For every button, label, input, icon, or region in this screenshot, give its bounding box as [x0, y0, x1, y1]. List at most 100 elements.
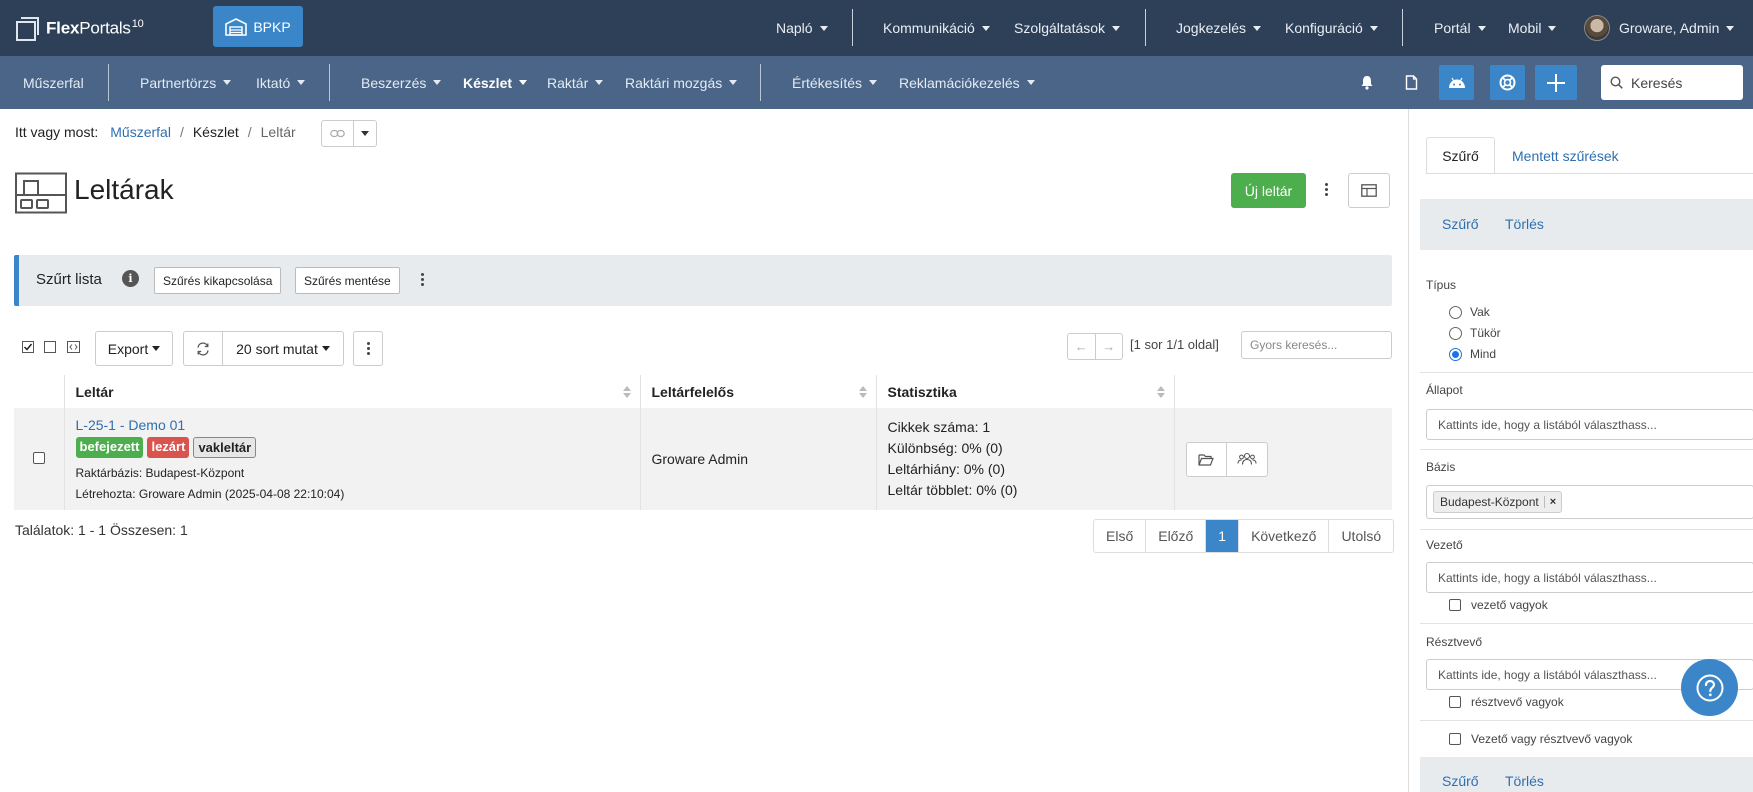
help-button[interactable] [1681, 659, 1738, 716]
warehouse-icon [225, 17, 248, 36]
caret-down-icon [152, 346, 161, 351]
open-button[interactable] [1185, 441, 1227, 477]
apply-filter-button-bottom[interactable]: Szűrő [1442, 773, 1479, 789]
page-prev[interactable]: Előző [1145, 520, 1205, 552]
apply-filter-button[interactable]: Szűrő [1442, 216, 1479, 232]
nav-jogkezeles[interactable]: Jogkezelés [1176, 0, 1262, 56]
company-button-label: BPKP [253, 18, 291, 35]
divider [852, 9, 853, 46]
clear-filter-button-bottom[interactable]: Törlés [1505, 773, 1544, 789]
nav-kommunikacio[interactable]: Kommunikáció [883, 0, 990, 56]
plus-icon [1547, 73, 1565, 92]
documents-button[interactable] [1394, 65, 1429, 100]
nav-mobil[interactable]: Mobil [1508, 0, 1557, 56]
shelf-icon [15, 172, 67, 214]
nav-portal[interactable]: Portál [1434, 0, 1486, 56]
invert-selection-icon[interactable] [67, 341, 80, 353]
divider [1145, 9, 1146, 46]
subnav-muszerfal[interactable]: Műszerfal [23, 56, 84, 109]
stat-shortage: Leltárhiány: 0% (0) [887, 461, 1006, 477]
breadcrumb-muszerfal[interactable]: Műszerfal [110, 124, 171, 140]
participants-button[interactable] [1226, 441, 1268, 477]
page-current[interactable]: 1 [1205, 520, 1239, 552]
subnav-ertekesites[interactable]: Értékesítés [792, 56, 878, 109]
participant-checkbox[interactable]: résztvevő vagyok [1449, 695, 1564, 709]
column-header-leltar[interactable]: Leltár [64, 375, 641, 408]
quick-search-input[interactable]: Gyors keresés... [1241, 331, 1392, 359]
inventory-link[interactable]: L-25-1 - Demo 01 [76, 417, 640, 433]
leader-or-participant-checkbox[interactable]: Vezető vagy résztvevő vagyok [1449, 732, 1632, 746]
rows-per-page-dropdown[interactable]: 20 sort mutat [222, 331, 344, 366]
page-last[interactable]: Utolsó [1328, 520, 1393, 552]
global-search-input[interactable]: Keresés [1601, 65, 1743, 100]
page-next[interactable]: Következő [1238, 520, 1328, 552]
brand-logo-link[interactable]: FlexPortals10 [16, 14, 144, 42]
caret-down-icon [1477, 25, 1486, 31]
clear-filter-button[interactable]: Törlés [1505, 216, 1544, 232]
android-app-button[interactable] [1439, 65, 1474, 100]
breadcrumb-separator: / [247, 124, 252, 140]
caret-down-icon [819, 25, 828, 31]
sort-icon[interactable] [622, 386, 631, 400]
company-button[interactable]: BPKP [213, 6, 303, 47]
tab-saved-filters[interactable]: Mentett szűrések [1512, 137, 1619, 174]
status-select[interactable]: Kattints ide, hogy a listából választhas… [1426, 409, 1753, 440]
type-option-mind[interactable]: Mind [1449, 347, 1496, 361]
stat-item-count: Cikkek száma: 1 [887, 419, 991, 435]
add-button[interactable] [1535, 65, 1577, 100]
breadcrumb-separator: / [179, 124, 184, 140]
base-label: Bázis [1426, 460, 1456, 474]
subnav-beszerzes[interactable]: Beszerzés [361, 56, 442, 109]
page-more-button[interactable] [1320, 183, 1332, 196]
support-button[interactable] [1490, 65, 1525, 100]
export-dropdown[interactable]: Export [95, 331, 173, 366]
type-option-tukor[interactable]: Tükör [1449, 326, 1501, 340]
sort-icon[interactable] [858, 386, 867, 400]
subnav-keszlet[interactable]: Készlet [463, 56, 528, 109]
refresh-button[interactable] [183, 331, 223, 366]
save-filter-button[interactable]: Szűrés mentése [295, 267, 400, 294]
caret-down-icon [981, 25, 990, 31]
select-all-icon[interactable] [22, 341, 34, 353]
subnav-partnertorzs[interactable]: Partnertörzs [140, 56, 232, 109]
user-menu[interactable]: Groware, Admin [1584, 0, 1735, 56]
info-icon[interactable]: i [122, 270, 139, 287]
column-header-statisztika[interactable]: Statisztika [876, 375, 1175, 408]
next-page-arrow-icon[interactable]: → [1094, 334, 1123, 359]
question-icon [1696, 674, 1723, 701]
filter-more-button[interactable] [416, 273, 428, 286]
permalink-dropdown[interactable] [354, 121, 376, 146]
permalink-button[interactable] [322, 121, 354, 146]
notifications-button[interactable] [1349, 65, 1384, 100]
leader-checkbox[interactable]: vezető vagyok [1449, 598, 1548, 612]
subnav-raktar[interactable]: Raktár [547, 56, 604, 109]
participant-label: Résztvevő [1426, 635, 1483, 649]
nav-naplo[interactable]: Napló [776, 0, 828, 56]
base-select[interactable]: Budapest-Központ × [1426, 485, 1753, 519]
sort-icon[interactable] [1156, 386, 1165, 400]
select-none-icon[interactable] [44, 341, 56, 353]
prev-page-arrow-icon[interactable]: ← [1068, 334, 1095, 359]
subnav-iktato[interactable]: Iktató [256, 56, 306, 109]
divider [1420, 529, 1753, 530]
leader-select[interactable]: Kattints ide, hogy a listából választhas… [1426, 562, 1753, 593]
new-inventory-button[interactable]: Új leltár [1231, 173, 1306, 208]
breadcrumb-keszlet[interactable]: Készlet [193, 124, 239, 140]
subnav-reklamacio[interactable]: Reklamációkezelés [899, 56, 1035, 109]
tab-filter[interactable]: Szűrő [1426, 137, 1495, 174]
filter-actions-bottom: Szűrő Törlés [1420, 757, 1753, 792]
toolbar-more-button[interactable] [353, 331, 383, 366]
type-option-vak[interactable]: Vak [1449, 305, 1490, 319]
column-header-leltarfelelos[interactable]: Leltárfelelős [640, 375, 877, 408]
caret-down-icon [595, 80, 604, 85]
subnav-raktari-mozgas[interactable]: Raktári mozgás [625, 56, 738, 109]
nav-konfiguracio[interactable]: Konfiguráció [1285, 0, 1378, 56]
chip-remove-icon[interactable]: × [1543, 496, 1561, 508]
row-checkbox[interactable] [33, 451, 45, 464]
layout-toggle-button[interactable] [1348, 173, 1390, 208]
disable-filter-button[interactable]: Szűrés kikapcsolása [154, 267, 282, 294]
nav-szolgaltatasok[interactable]: Szolgáltatások [1014, 0, 1121, 56]
row-select-cell [14, 408, 65, 510]
caret-down-icon [1253, 25, 1262, 31]
page-first[interactable]: Első [1094, 520, 1145, 552]
